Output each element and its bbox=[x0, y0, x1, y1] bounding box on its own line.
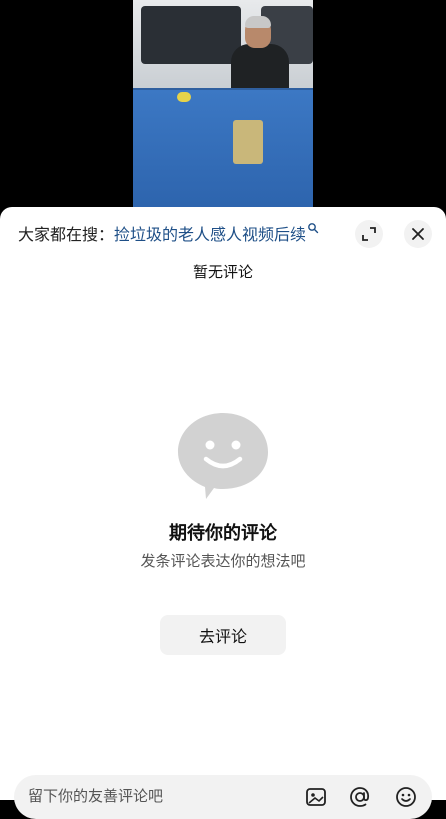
comments-title: 暂无评论 bbox=[192, 263, 253, 281]
close-icon bbox=[412, 228, 424, 240]
expand-button[interactable] bbox=[355, 220, 383, 248]
empty-state-subtitle: 发条评论表达你的想法吧 bbox=[140, 552, 306, 570]
search-suggestion[interactable]: 大家都在搜： 捡垃圾的老人感人视频后续 bbox=[18, 220, 319, 246]
expand-icon bbox=[362, 227, 376, 241]
at-icon[interactable] bbox=[348, 785, 372, 809]
video-frame bbox=[133, 0, 313, 210]
empty-state-title: 期待你的评论 bbox=[169, 523, 277, 544]
comment-input[interactable] bbox=[28, 787, 278, 805]
video-player[interactable] bbox=[0, 0, 446, 210]
image-icon[interactable] bbox=[304, 785, 328, 809]
smiley-bubble-icon bbox=[178, 413, 268, 499]
search-suggestion-prefix: 大家都在搜： bbox=[18, 225, 115, 244]
emoji-icon[interactable] bbox=[394, 785, 418, 809]
comment-sheet: 大家都在搜： 捡垃圾的老人感人视频后续 暂无评论 期待你的评论 发条评论表达你的… bbox=[0, 207, 446, 819]
search-suggestion-query[interactable]: 捡垃圾的老人感人视频后续 bbox=[114, 221, 306, 245]
close-button[interactable] bbox=[404, 220, 432, 248]
go-comment-button[interactable]: 去评论 bbox=[160, 615, 286, 655]
search-icon bbox=[308, 223, 319, 234]
comment-input-bar bbox=[14, 775, 432, 819]
